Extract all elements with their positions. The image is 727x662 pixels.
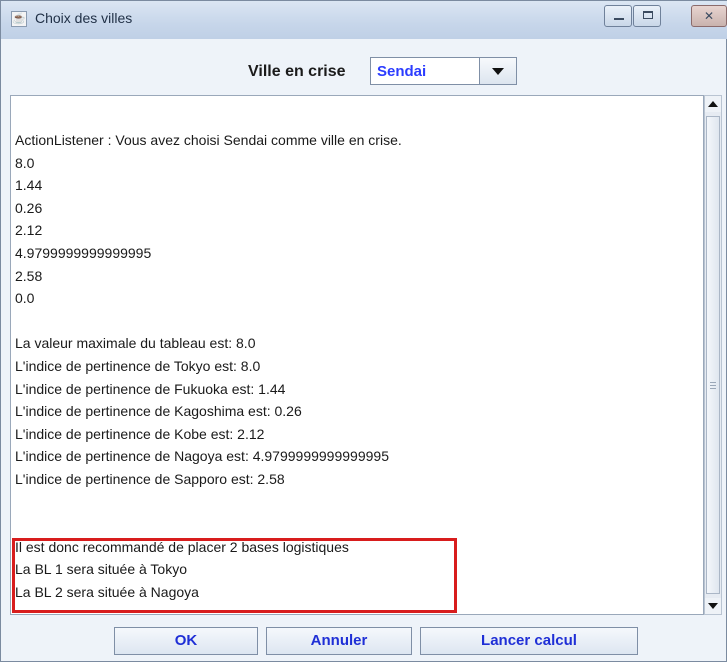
combobox-dropdown-button[interactable] [479,58,516,84]
vertical-scrollbar[interactable] [704,95,722,615]
java-cup-icon: ☕ [11,11,27,27]
chevron-down-icon [492,68,504,75]
city-selection-panel: Ville en crise Sendai [10,39,720,95]
log-line: 0.26 [15,199,43,216]
ok-button[interactable]: OK [114,627,258,655]
scroll-down-button[interactable] [705,598,721,614]
button-bar: OK Annuler Lancer calcul [10,619,720,659]
minimize-button[interactable] [604,5,632,27]
close-icon: ✕ [703,9,715,23]
recommendation-highlight-box [12,538,457,613]
log-line: 2.12 [15,222,43,239]
maximize-icon [643,11,653,19]
maximize-button[interactable] [633,5,661,27]
log-line: 8.0 [15,154,35,171]
log-line: L'indice de pertinence de Sapporo est: 2… [15,470,285,487]
dialog-window: ☕ Choix des villes ✕ Ville en crise Send… [0,0,727,662]
log-line: La valeur maximale du tableau est: 8.0 [15,335,256,352]
log-line: L'indice de pertinence de Kagoshima est:… [15,403,302,420]
log-line: 0.0 [15,290,35,307]
log-line: L'indice de pertinence de Fukuoka est: 1… [15,380,286,397]
minimize-icon [614,18,624,20]
log-line: L'indice de pertinence de Nagoya est: 4.… [15,448,389,465]
arrow-down-icon [708,603,718,609]
ville-en-crise-label: Ville en crise [248,63,346,80]
window-title: Choix des villes [35,10,133,26]
city-combobox-value: Sendai [377,63,427,80]
city-combobox[interactable]: Sendai [370,57,517,85]
log-line: L'indice de pertinence de Kobe est: 2.12 [15,425,265,442]
log-line: 2.58 [15,267,43,284]
log-line: L'indice de pertinence de Tokyo est: 8.0 [15,357,261,374]
output-text-area[interactable]: ActionListener : Vous avez choisi Sendai… [10,95,704,615]
log-line: ActionListener : Vous avez choisi Sendai… [15,132,402,148]
title-bar[interactable]: ☕ Choix des villes ✕ [1,1,727,39]
close-button[interactable]: ✕ [691,5,727,27]
lancer-calcul-button[interactable]: Lancer calcul [420,627,638,655]
log-line: 1.44 [15,177,43,194]
annuler-button[interactable]: Annuler [266,627,412,655]
log-line: 4.9799999999999995 [15,244,152,261]
scroll-up-button[interactable] [705,96,721,112]
grip-icon [710,385,716,386]
scrollbar-thumb[interactable] [706,116,720,594]
arrow-up-icon [708,101,718,107]
output-log: ActionListener : Vous avez choisi Sendai… [15,129,685,603]
